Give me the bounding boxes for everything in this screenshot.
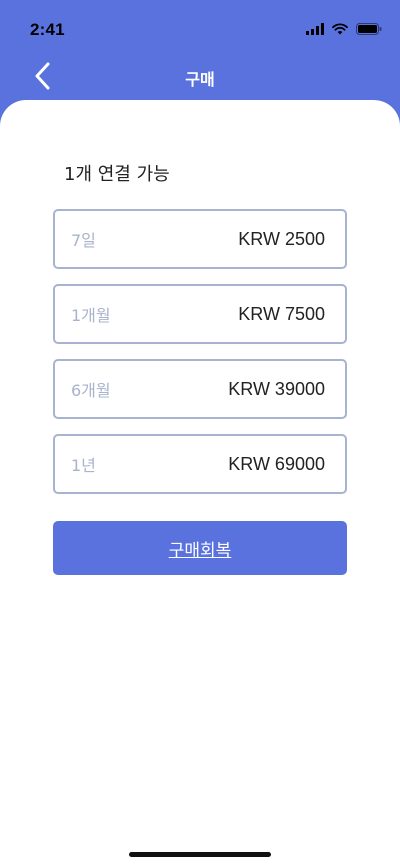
plan-price: KRW 39000	[228, 378, 325, 399]
plan-price: KRW 7500	[238, 303, 325, 324]
plan-duration: 1년	[71, 456, 96, 475]
plan-duration: 7일	[71, 231, 96, 250]
content-sheet: 1개 연결 가능 7일 KRW 2500 1개월 KRW 7500 6개월 KR…	[0, 100, 400, 866]
plan-duration: 6개월	[71, 381, 111, 400]
status-icons	[306, 22, 382, 36]
status-bar: 2:41	[0, 0, 400, 60]
plan-price: KRW 2500	[238, 228, 325, 249]
battery-icon	[356, 20, 382, 39]
plan-option-6-months[interactable]: 6개월 KRW 39000	[53, 359, 347, 419]
plan-duration: 1개월	[71, 306, 111, 325]
purchase-screen: 2:41 구매 1개 연결 가능 7일 KRW 2500 1개월 KRW 750…	[0, 0, 400, 866]
home-indicator	[129, 852, 271, 857]
plan-list: 7일 KRW 2500 1개월 KRW 7500 6개월 KRW 39000 1…	[53, 209, 347, 509]
navigation-bar: 구매	[0, 56, 400, 100]
cellular-signal-icon	[306, 20, 324, 39]
plan-option-1-year[interactable]: 1년 KRW 69000	[53, 434, 347, 494]
status-time: 2:41	[30, 20, 65, 39]
connection-caption: 1개 연결 가능	[64, 164, 170, 185]
plan-option-7-days[interactable]: 7일 KRW 2500	[53, 209, 347, 269]
restore-purchase-label: 구매회복	[168, 540, 232, 561]
plan-option-1-month[interactable]: 1개월 KRW 7500	[53, 284, 347, 344]
restore-purchase-button[interactable]: 구매회복	[53, 521, 347, 575]
wifi-icon	[332, 20, 348, 39]
plan-price: KRW 69000	[228, 453, 325, 474]
page-title: 구매	[185, 70, 215, 89]
